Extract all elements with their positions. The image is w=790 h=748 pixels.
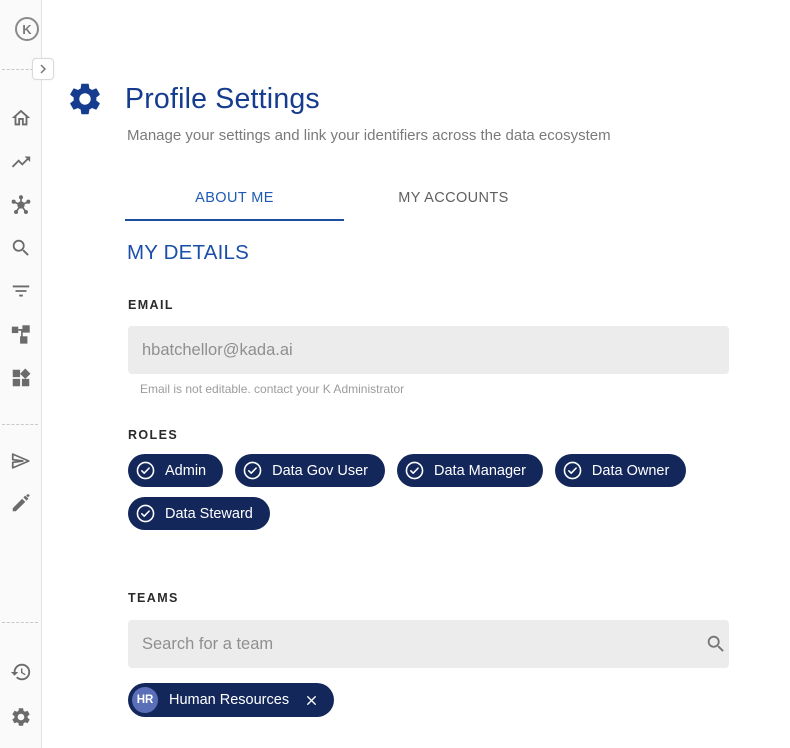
role-chip-data-owner[interactable]: Data Owner bbox=[555, 454, 686, 487]
avatar: HR bbox=[132, 687, 158, 713]
check-circle-icon bbox=[135, 503, 156, 524]
section-heading: MY DETAILS bbox=[127, 241, 249, 265]
app-logo[interactable]: K bbox=[15, 17, 39, 41]
check-circle-icon bbox=[242, 460, 263, 481]
role-chip-label: Admin bbox=[165, 463, 206, 479]
profile-settings-page: K bbox=[0, 0, 790, 748]
widgets-icon bbox=[10, 367, 32, 389]
roles-label: ROLES bbox=[128, 428, 178, 442]
sidebar-item-settings[interactable] bbox=[9, 705, 33, 729]
role-chip-label: Data Steward bbox=[165, 506, 253, 522]
lineage-tree-icon bbox=[10, 323, 32, 345]
gear-icon bbox=[66, 80, 104, 118]
chevron-right-icon bbox=[35, 61, 51, 77]
sidebar-item-filter[interactable] bbox=[9, 279, 33, 303]
filter-list-icon bbox=[10, 280, 32, 302]
sidebar-item-send[interactable] bbox=[9, 449, 33, 473]
sidebar: K bbox=[0, 0, 42, 748]
magic-pen-icon bbox=[10, 492, 32, 514]
team-search-input[interactable] bbox=[128, 620, 729, 668]
role-chip-data-steward[interactable]: Data Steward bbox=[128, 497, 270, 530]
send-icon bbox=[10, 450, 32, 472]
page-header: Profile Settings bbox=[66, 80, 320, 118]
email-field bbox=[128, 326, 729, 374]
role-chip-admin[interactable]: Admin bbox=[128, 454, 223, 487]
app-logo-letter: K bbox=[22, 22, 31, 37]
hub-icon bbox=[10, 194, 32, 216]
sidebar-item-network[interactable] bbox=[9, 193, 33, 217]
sidebar-item-magic-edit[interactable] bbox=[9, 491, 33, 515]
check-circle-icon bbox=[404, 460, 425, 481]
tab-about-me[interactable]: ABOUT ME bbox=[125, 174, 344, 221]
check-circle-icon bbox=[562, 460, 583, 481]
email-helper-text: Email is not editable. contact your K Ad… bbox=[140, 382, 404, 396]
role-chip-label: Data Owner bbox=[592, 463, 669, 479]
teams-label: TEAMS bbox=[128, 591, 179, 605]
sidebar-item-home[interactable] bbox=[9, 106, 33, 130]
trending-up-icon bbox=[10, 151, 32, 173]
sidebar-item-lineage[interactable] bbox=[9, 322, 33, 346]
team-chip-label: Human Resources bbox=[169, 692, 289, 708]
page-title: Profile Settings bbox=[125, 83, 320, 116]
home-icon bbox=[10, 107, 32, 129]
history-icon bbox=[10, 661, 32, 683]
roles-chip-list: Admin Data Gov User Data Manager Data Ow… bbox=[128, 454, 729, 530]
tab-bar: ABOUT ME MY ACCOUNTS bbox=[125, 174, 563, 221]
sidebar-divider-bottom bbox=[2, 622, 38, 623]
sidebar-item-trends[interactable] bbox=[9, 150, 33, 174]
sidebar-expand-button[interactable] bbox=[32, 58, 54, 80]
sidebar-item-search[interactable] bbox=[9, 236, 33, 260]
sidebar-item-history[interactable] bbox=[9, 660, 33, 684]
check-circle-icon bbox=[135, 460, 156, 481]
role-chip-data-gov-user[interactable]: Data Gov User bbox=[235, 454, 385, 487]
role-chip-data-manager[interactable]: Data Manager bbox=[397, 454, 543, 487]
role-chip-label: Data Manager bbox=[434, 463, 526, 479]
role-chip-label: Data Gov User bbox=[272, 463, 368, 479]
search-icon bbox=[10, 237, 32, 259]
main-content: Profile Settings Manage your settings an… bbox=[41, 0, 790, 748]
gear-icon bbox=[10, 706, 32, 728]
tab-my-accounts[interactable]: MY ACCOUNTS bbox=[344, 174, 563, 221]
close-icon bbox=[304, 693, 319, 708]
email-label: EMAIL bbox=[128, 298, 174, 312]
sidebar-item-apps[interactable] bbox=[9, 366, 33, 390]
page-subtitle: Manage your settings and link your ident… bbox=[127, 127, 611, 144]
remove-team-button[interactable] bbox=[302, 691, 321, 710]
sidebar-divider-middle bbox=[2, 424, 38, 425]
team-chip-human-resources[interactable]: HR Human Resources bbox=[128, 683, 334, 717]
